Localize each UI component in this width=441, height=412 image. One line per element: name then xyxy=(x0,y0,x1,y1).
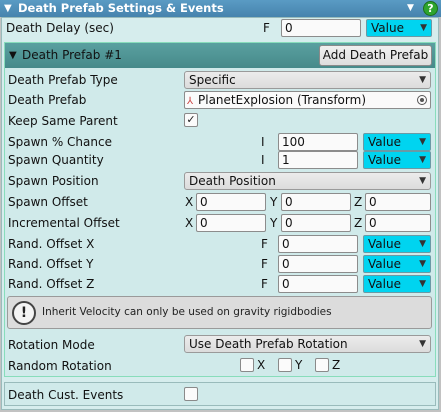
spawn-offset-y-label: Y xyxy=(270,195,278,209)
death-prefab-object-field[interactable]: ⅄ PlanetExplosion (Transform) xyxy=(184,91,431,109)
spawn-quantity-mode-label: Value xyxy=(368,153,401,167)
death-delay-input[interactable]: 0 xyxy=(281,19,361,37)
spawn-chance-mode-label: Value xyxy=(368,135,401,149)
death-delay-label: Death Delay (sec) xyxy=(6,21,114,35)
add-death-prefab-button[interactable]: Add Death Prefab xyxy=(319,45,432,66)
spawn-chance-type: I xyxy=(261,135,265,149)
incremental-offset-y-label: Y xyxy=(270,216,278,230)
incremental-offset-z-label: Z xyxy=(354,216,363,230)
spawn-offset-y-input[interactable]: 0 xyxy=(281,193,351,211)
rotation-mode-dropdown[interactable]: Use Death Prefab Rotation ▼ xyxy=(184,335,431,353)
chevron-down-icon: ▼ xyxy=(420,23,427,33)
spawn-quantity-type: I xyxy=(261,153,265,167)
death-prefab-title: Death Prefab #1 xyxy=(22,48,122,62)
incremental-offset-x-input[interactable]: 0 xyxy=(196,214,266,232)
transform-icon: ⅄ xyxy=(187,96,194,107)
rand-offset-x-label: Rand. Offset X xyxy=(8,237,95,251)
spawn-offset-z-input[interactable]: 0 xyxy=(365,193,431,211)
spawn-chance-input[interactable]: 100 xyxy=(278,133,358,151)
info-icon: ! xyxy=(12,301,36,325)
chevron-down-icon: ▼ xyxy=(419,259,426,269)
rand-offset-z-input[interactable]: 0 xyxy=(278,275,358,293)
chevron-down-icon: ▼ xyxy=(419,339,426,349)
random-rotation-y-checkbox[interactable] xyxy=(278,358,292,372)
rand-offset-x-input[interactable]: 0 xyxy=(278,235,358,253)
info-text: Inherit Velocity can only be used on gra… xyxy=(42,306,332,318)
spawn-offset-z-label: Z xyxy=(354,195,363,209)
random-rotation-x-checkbox[interactable] xyxy=(240,358,254,372)
spawn-position-value: Death Position xyxy=(189,174,276,188)
rand-offset-z-type: F xyxy=(261,277,268,291)
keep-parent-label: Keep Same Parent xyxy=(8,114,118,128)
prefab-type-label: Death Prefab Type xyxy=(8,73,118,87)
header-bar[interactable]: ▼ Death Prefab Settings & Events ▼ ? xyxy=(0,0,441,17)
rand-offset-x-mode-dropdown[interactable]: Value ▼ xyxy=(363,235,431,253)
random-rotation-x-label: X xyxy=(257,358,266,372)
rand-offset-y-mode-label: Value xyxy=(368,257,401,271)
help-icon[interactable]: ? xyxy=(423,1,438,16)
chevron-down-icon: ▼ xyxy=(419,176,426,186)
spawn-offset-label: Spawn Offset xyxy=(8,195,88,209)
death-delay-type: F xyxy=(263,21,270,35)
header-dropdown-icon[interactable]: ▼ xyxy=(407,1,414,16)
incremental-offset-y-input[interactable]: 0 xyxy=(281,214,351,232)
chevron-down-icon: ▼ xyxy=(419,155,426,165)
chevron-down-icon: ▼ xyxy=(419,75,426,85)
chevron-down-icon: ▼ xyxy=(419,137,426,147)
random-rotation-label: Random Rotation xyxy=(8,359,112,373)
spawn-chance-mode-dropdown[interactable]: Value ▼ xyxy=(363,133,431,151)
spawn-quantity-input[interactable]: 1 xyxy=(278,151,358,169)
spawn-quantity-mode-dropdown[interactable]: Value ▼ xyxy=(363,151,431,169)
random-rotation-y-label: Y xyxy=(295,358,303,372)
spawn-offset-x-label: X xyxy=(185,195,194,209)
incremental-offset-label: Incremental Offset xyxy=(8,216,120,230)
death-prefab-value: PlanetExplosion (Transform) xyxy=(198,93,366,107)
rand-offset-y-mode-dropdown[interactable]: Value ▼ xyxy=(363,255,431,273)
prefab-type-value: Specific xyxy=(189,73,236,87)
spawn-quantity-label: Spawn Quantity xyxy=(8,153,104,167)
rand-offset-z-mode-dropdown[interactable]: Value ▼ xyxy=(363,275,431,293)
death-delay-mode-dropdown[interactable]: Value ▼ xyxy=(366,19,432,37)
collapse-arrow-icon[interactable]: ▼ xyxy=(9,47,17,64)
spawn-position-dropdown[interactable]: Death Position ▼ xyxy=(184,172,431,190)
rand-offset-y-label: Rand. Offset Y xyxy=(8,257,94,271)
rotation-mode-value: Use Death Prefab Rotation xyxy=(189,337,348,351)
rotation-mode-label: Rotation Mode xyxy=(8,338,95,352)
collapse-arrow-icon[interactable]: ▼ xyxy=(4,1,12,16)
incremental-offset-z-input[interactable]: 0 xyxy=(365,214,431,232)
rand-offset-x-mode-label: Value xyxy=(368,237,401,251)
rand-offset-z-mode-label: Value xyxy=(368,277,401,291)
header-title: Death Prefab Settings & Events xyxy=(18,1,224,15)
random-rotation-z-checkbox[interactable] xyxy=(315,358,329,372)
death-prefab-label: Death Prefab xyxy=(8,93,87,107)
prefab-type-dropdown[interactable]: Specific ▼ xyxy=(184,71,431,89)
spawn-position-label: Spawn Position xyxy=(8,174,99,188)
chevron-down-icon: ▼ xyxy=(419,239,426,249)
spawn-chance-label: Spawn % Chance xyxy=(8,135,112,149)
custom-events-checkbox[interactable] xyxy=(184,387,198,401)
custom-events-label: Death Cust. Events xyxy=(8,388,124,402)
info-box: ! Inherit Velocity can only be used on g… xyxy=(7,296,432,329)
object-picker-icon[interactable] xyxy=(417,95,427,105)
chevron-down-icon: ▼ xyxy=(419,279,426,289)
rand-offset-y-type: F xyxy=(261,257,268,271)
rand-offset-z-label: Rand. Offset Z xyxy=(8,277,95,291)
random-rotation-z-label: Z xyxy=(332,358,341,372)
incremental-offset-x-label: X xyxy=(185,216,194,230)
spawn-offset-x-input[interactable]: 0 xyxy=(196,193,266,211)
rand-offset-y-input[interactable]: 0 xyxy=(278,255,358,273)
death-delay-mode-label: Value xyxy=(371,21,404,35)
rand-offset-x-type: F xyxy=(261,237,268,251)
keep-parent-checkbox[interactable]: ✓ xyxy=(184,113,198,127)
death-prefab-header[interactable]: ▼ Death Prefab #1 Add Death Prefab xyxy=(5,43,435,68)
